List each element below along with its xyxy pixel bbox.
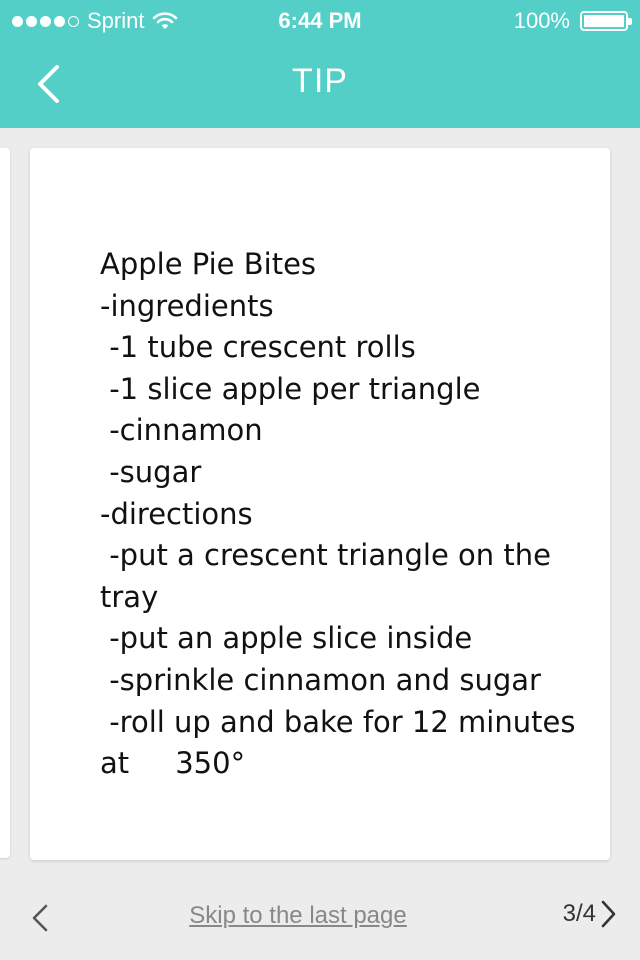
- battery-icon: [580, 11, 632, 31]
- page-indicator: 3/4: [562, 900, 596, 927]
- previous-card-edge[interactable]: [0, 148, 10, 858]
- chevron-right-icon: [601, 900, 616, 928]
- page-title: TIP: [292, 62, 348, 100]
- footer: Skip to the last page 3/4: [0, 870, 640, 960]
- status-right: 100%: [513, 8, 632, 34]
- tip-card: Apple Pie Bites -ingredients -1 tube cre…: [30, 148, 610, 860]
- next-page-button[interactable]: 3/4: [563, 900, 616, 928]
- battery-tip: [628, 18, 632, 25]
- tip-text: Apple Pie Bites -ingredients -1 tube cre…: [100, 247, 576, 781]
- skip-to-last-page-link[interactable]: Skip to the last page: [0, 902, 596, 930]
- battery-fill: [584, 15, 624, 27]
- status-bar: Sprint 6:44 PM 100%: [0, 0, 640, 40]
- nav-bar: TIP: [0, 40, 640, 128]
- header: Sprint 6:44 PM 100% TIP: [0, 0, 640, 128]
- battery-percentage: 100%: [513, 8, 570, 33]
